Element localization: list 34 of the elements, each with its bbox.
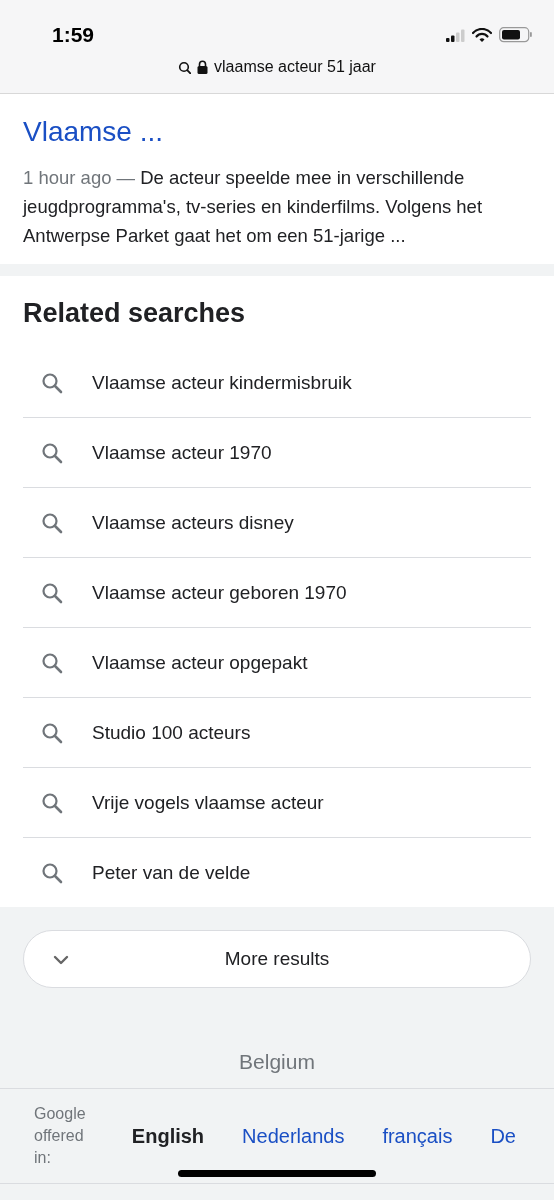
related-search-item[interactable]: Vlaamse acteurs disney <box>23 488 531 558</box>
search-icon <box>41 651 63 674</box>
battery-icon <box>499 27 532 43</box>
related-search-item[interactable]: Vlaamse acteur 1970 <box>23 418 531 488</box>
location-text: Belgium <box>238 1050 316 1075</box>
section-heading: Related searches <box>23 297 247 330</box>
search-icon <box>41 721 63 744</box>
result-snippet: 1 hour ago — De acteur speelde mee in verschillende jeugdprogramma's, tv-series en kinderfilms. Volgens het Antwerpse Parket gaat het om een 51-jarige ... <box>23 166 484 248</box>
language-link[interactable]: English <box>131 1124 205 1148</box>
wifi-icon <box>472 28 492 42</box>
search-icon <box>41 581 63 604</box>
address-text[interactable]: vlaamse acteur 51 jaar <box>214 58 376 76</box>
chevron-down-icon <box>53 955 69 965</box>
result-title-link[interactable]: Vlaamse ... <box>23 115 164 149</box>
related-search-item[interactable]: Vlaamse acteur geboren 1970 <box>23 558 531 628</box>
search-icon <box>41 371 63 394</box>
language-link[interactable]: De <box>490 1124 516 1148</box>
lock-icon <box>197 60 209 74</box>
related-search-item[interactable]: Vrije vogels vlaamse acteur <box>23 768 531 838</box>
search-icon <box>41 441 63 464</box>
search-icon <box>41 791 63 814</box>
search-icon <box>41 861 63 884</box>
clock-time: 1:59 <box>52 23 95 47</box>
signal-icon <box>446 28 465 42</box>
related-search-item[interactable]: Studio 100 acteurs <box>23 698 531 768</box>
search-icon <box>178 60 192 74</box>
related-search-item[interactable]: Vlaamse acteur kindermisbruik <box>23 348 531 418</box>
language-label: Google offered in: <box>34 1104 87 1168</box>
search-icon <box>41 511 63 534</box>
more-results-button[interactable]: More results <box>23 930 531 988</box>
language-link[interactable]: Nederlands <box>242 1124 345 1148</box>
related-search-item[interactable]: Peter van de velde <box>23 838 531 907</box>
language-link[interactable]: français <box>382 1124 453 1148</box>
related-search-item[interactable]: Vlaamse acteur opgepakt <box>23 628 531 698</box>
